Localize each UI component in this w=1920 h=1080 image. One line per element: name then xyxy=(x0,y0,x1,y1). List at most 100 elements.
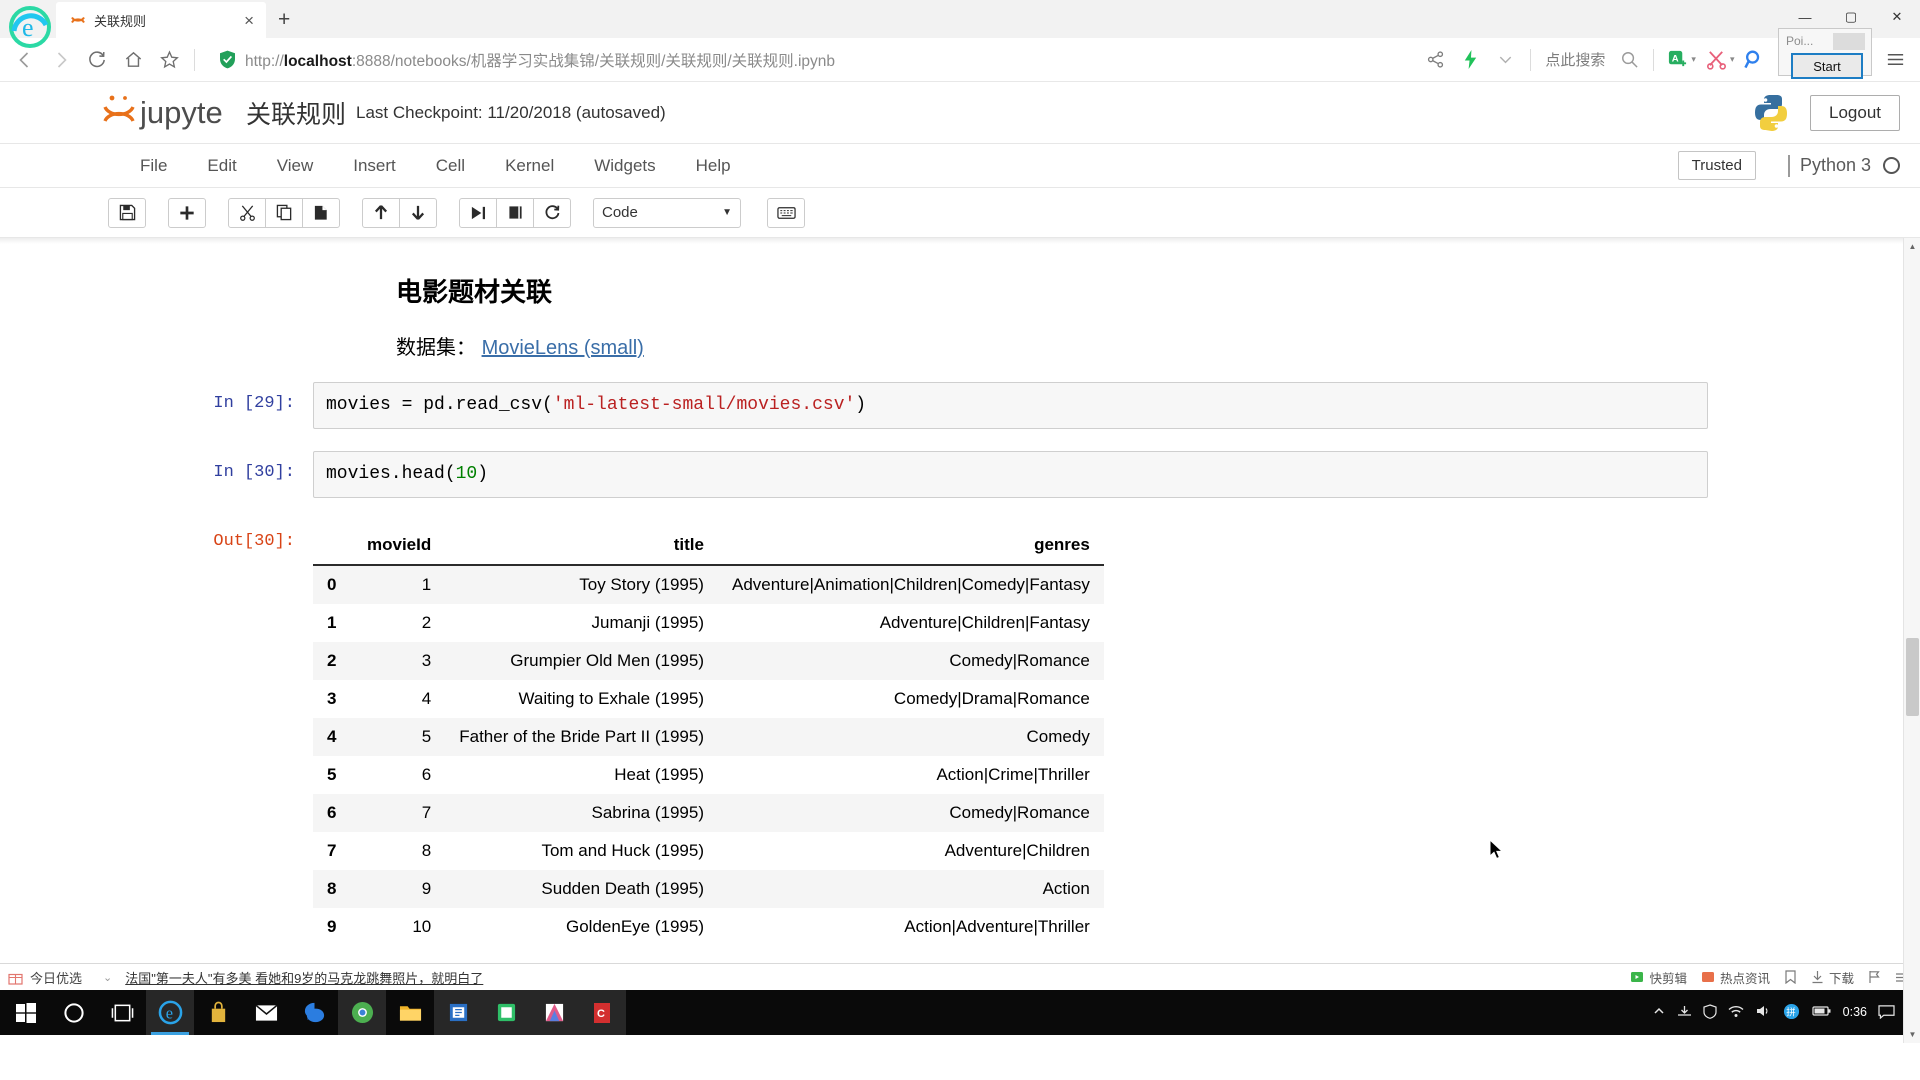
menu-item-help[interactable]: Help xyxy=(676,156,751,176)
logout-button[interactable]: Logout xyxy=(1810,94,1900,131)
cell-genres: Adventure|Animation|Children|Comedy|Fant… xyxy=(731,575,1090,594)
edge-logo-icon: e xyxy=(9,6,51,48)
microsoft-store-icon[interactable] xyxy=(194,990,242,1035)
vertical-scrollbar[interactable]: ▲ ▼ xyxy=(1903,238,1920,1043)
notebook-scroll-area[interactable]: 电影题材关联 数据集： MovieLens (small) In [29]: m… xyxy=(0,238,1920,1043)
poi-start-button[interactable]: Start xyxy=(1791,53,1863,79)
tab-close-icon[interactable]: × xyxy=(240,12,258,29)
code-input-area-29[interactable]: movies = pd.read_csv('ml-latest-small/mo… xyxy=(313,382,1708,429)
python-logo-icon xyxy=(1755,94,1787,131)
paint-icon[interactable] xyxy=(530,990,578,1035)
row-index: 8 xyxy=(327,879,337,898)
cell-movieid: 3 xyxy=(421,651,432,670)
cell-movieid: 9 xyxy=(421,879,432,898)
note-app-icon[interactable] xyxy=(482,990,530,1035)
pdf-reader-icon[interactable]: C xyxy=(578,990,626,1035)
add-cell-icon[interactable] xyxy=(168,197,206,228)
hot-news-button[interactable]: 热点资讯 xyxy=(1701,968,1770,987)
move-up-icon[interactable] xyxy=(362,197,400,228)
new-tab-button[interactable]: + xyxy=(278,8,290,32)
mail-icon[interactable] xyxy=(242,990,290,1035)
address-bar[interactable]: http://localhost:8888/notebooks/机器学习实战集锦… xyxy=(209,44,1411,76)
copy-icon[interactable] xyxy=(265,197,303,228)
news-headline-link[interactable]: 法国"第一夫人"有多美 看她和9岁的马克龙跳舞照片，就明白了 xyxy=(125,968,483,987)
download-button[interactable]: 下载 xyxy=(1811,968,1854,987)
favorite-star-button[interactable] xyxy=(152,43,186,77)
taskbar-clock[interactable]: 0:36 xyxy=(1843,1005,1867,1019)
cell-movieid: 5 xyxy=(421,727,432,746)
office-icon[interactable] xyxy=(434,990,482,1035)
share-icon[interactable] xyxy=(1419,43,1452,77)
menu-item-file[interactable]: File xyxy=(120,156,187,176)
scissors-caret-icon[interactable]: ▾ xyxy=(1730,54,1735,65)
chevron-down-icon[interactable]: ⌄ xyxy=(103,971,112,984)
cortana-icon[interactable] xyxy=(50,990,98,1035)
windows-start-icon[interactable] xyxy=(2,990,50,1035)
menu-item-cell[interactable]: Cell xyxy=(416,156,485,176)
security-shield-icon xyxy=(220,50,235,69)
refresh-button[interactable] xyxy=(80,43,114,77)
restart-kernel-icon[interactable] xyxy=(533,197,571,228)
kernel-idle-indicator-icon xyxy=(1883,157,1900,174)
trusted-badge[interactable]: Trusted xyxy=(1677,151,1756,180)
dataset-link[interactable]: MovieLens (small) xyxy=(482,337,644,359)
dataset-line: 数据集： MovieLens (small) xyxy=(396,331,1793,360)
menu-item-view[interactable]: View xyxy=(257,156,334,176)
ime-indicator[interactable]: 拼 xyxy=(1782,1003,1801,1023)
table-row: 3 4 Waiting to Exhale (1995) Comedy|Drama|R… xyxy=(313,680,1104,718)
browser-menu-icon[interactable] xyxy=(1879,43,1912,77)
stop-kernel-icon[interactable] xyxy=(496,197,534,228)
paste-icon[interactable] xyxy=(302,197,340,228)
search-icon[interactable] xyxy=(1613,43,1646,77)
volume-icon[interactable] xyxy=(1755,1004,1771,1021)
home-button[interactable] xyxy=(116,43,150,77)
move-down-icon[interactable] xyxy=(399,197,437,228)
magnifier-icon[interactable] xyxy=(1738,43,1771,77)
cell-genres: Comedy|Romance xyxy=(949,651,1090,670)
bookmark-icon[interactable] xyxy=(1784,970,1797,984)
scrollbar-thumb[interactable] xyxy=(1906,638,1919,716)
search-prompt-label[interactable]: 点此搜索 xyxy=(1539,49,1611,70)
scissors-icon[interactable] xyxy=(1700,43,1733,77)
menu-item-widgets[interactable]: Widgets xyxy=(574,156,675,176)
tray-shield-icon[interactable] xyxy=(1703,1003,1717,1022)
output-body-30: movieId title genres 0 1 Toy Story (1995) A… xyxy=(313,520,1708,946)
network-icon[interactable] xyxy=(1728,1004,1744,1021)
task-view-icon[interactable] xyxy=(98,990,146,1035)
tab-title: 关联规则 xyxy=(94,13,147,29)
cut-icon[interactable] xyxy=(228,197,266,228)
kernel-name-label: Python 3 xyxy=(1799,155,1871,175)
output-row-30: Out[30]: movieId title genres 0 1 Toy St… xyxy=(127,520,1793,946)
table-row: 8 9 Sudden Death (1995) Action xyxy=(313,870,1104,908)
cell-type-select[interactable]: Code ▼ xyxy=(593,197,741,228)
clip-tool-button[interactable]: 快剪辑 xyxy=(1630,968,1687,987)
menu-item-edit[interactable]: Edit xyxy=(187,156,256,176)
translate-caret-icon[interactable]: ▾ xyxy=(1691,54,1696,65)
file-explorer-icon[interactable] xyxy=(386,990,434,1035)
menu-item-kernel[interactable]: Kernel xyxy=(485,156,574,176)
jupyter-header-right: Logout xyxy=(1750,92,1900,134)
lightning-icon[interactable] xyxy=(1454,43,1487,77)
menu-item-insert[interactable]: Insert xyxy=(333,156,416,176)
browser-tab[interactable]: 关联规则 × xyxy=(56,2,266,38)
chevron-down-icon[interactable] xyxy=(1489,43,1522,77)
translate-icon[interactable]: A xyxy=(1661,43,1694,77)
run-cell-icon[interactable] xyxy=(459,197,497,228)
tray-arrow-icon[interactable] xyxy=(1677,1004,1692,1021)
code-input-area-30[interactable]: movies.head(10) xyxy=(313,451,1708,498)
window-close-button[interactable]: ✕ xyxy=(1874,0,1920,34)
taskbar-edge-icon[interactable]: e xyxy=(146,990,194,1035)
chrome-icon[interactable] xyxy=(338,990,386,1035)
scroll-down-arrow-icon[interactable]: ▼ xyxy=(1904,1026,1920,1043)
wechat-icon[interactable] xyxy=(290,990,338,1035)
jupyter-logo-icon[interactable]: jupyter xyxy=(100,90,224,136)
scroll-up-arrow-icon[interactable]: ▲ xyxy=(1904,238,1920,255)
notebook-name[interactable]: 关联规则 xyxy=(246,95,346,131)
tray-expand-icon[interactable] xyxy=(1652,1004,1666,1021)
battery-icon[interactable] xyxy=(1812,1005,1832,1020)
notifications-icon[interactable] xyxy=(1878,1004,1895,1022)
keyboard-shortcuts-icon[interactable] xyxy=(767,197,805,228)
save-icon[interactable] xyxy=(108,197,146,228)
news-tag-label[interactable]: 今日优选 xyxy=(30,968,82,987)
flag-icon[interactable] xyxy=(1868,970,1881,984)
